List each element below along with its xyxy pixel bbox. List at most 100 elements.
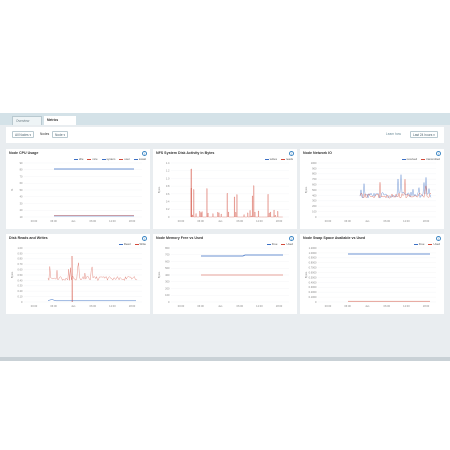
x-tick-label: 18:00 — [276, 219, 283, 223]
info-icon[interactable]: i — [436, 236, 441, 241]
chart-plot: 90 80 70 60 50 40 30 20 10 00:00 06:00 Jan 06:00 12:0… — [10, 161, 142, 223]
panel-title: Disk Reads and Writes — [9, 236, 48, 240]
y-tick-label: 0.50 — [17, 273, 23, 277]
y-tick-label: 1.2000 — [309, 246, 317, 250]
scope-label: Nodes — [40, 132, 50, 136]
y-tick-label: 1.00 — [17, 246, 23, 250]
x-tick-label: 06:00 — [384, 304, 391, 308]
y-tick-label: 60 — [20, 181, 23, 185]
x-tick-label: Jan — [218, 304, 223, 308]
x-tick-label: 06:00 — [50, 304, 57, 308]
bottom-bar — [0, 357, 450, 361]
series-line-writes — [190, 185, 283, 218]
x-tick-label: Jan — [365, 219, 370, 223]
x-tick-label: 18:00 — [423, 219, 430, 223]
x-tick-label: Jan — [71, 304, 76, 308]
y-tick-label: 200 — [312, 204, 317, 208]
x-tick-label: Jan — [218, 219, 223, 223]
panel-swap: Node Swap Space Available vs Used i Free… — [300, 234, 444, 314]
y-tick-label: 90 — [20, 161, 23, 165]
all-nodes-dropdown[interactable]: All Nodes ▾ — [12, 131, 35, 138]
x-tick-label: 18:00 — [423, 304, 430, 308]
y-tick-label: 400 — [312, 193, 317, 197]
panel-memory: Node Memory Free vs Used i Free Used 800 7… — [153, 234, 297, 314]
y-tick-label: 0.40 — [17, 278, 23, 282]
x-tick-label: Jan — [365, 304, 370, 308]
info-icon[interactable]: i — [289, 236, 294, 241]
y-tick-label: 1.0000 — [309, 251, 317, 255]
x-tick-label: 00:00 — [325, 219, 332, 223]
y-tick-label: 300 — [165, 280, 170, 284]
y-tick-label: 0 — [21, 300, 23, 304]
x-tick-label: 00:00 — [178, 304, 185, 308]
y-tick-label: 0.90 — [17, 251, 23, 255]
y-tick-label: 0 — [168, 300, 170, 304]
y-tick-label: 0 — [168, 215, 170, 219]
panel-title: Node Network IO — [303, 151, 332, 155]
y-tick-label: 0.20 — [17, 289, 23, 293]
x-tick-label: Jan — [71, 219, 76, 223]
x-tick-label: 06:00 — [237, 304, 244, 308]
y-tick-label: 600 — [165, 259, 170, 263]
scope-dropdown[interactable]: Node ▾ — [52, 131, 69, 138]
y-tick-label: 1.4 — [166, 161, 170, 165]
y-tick-label: 0.4000 — [309, 280, 317, 284]
x-tick-label: 12:00 — [256, 219, 263, 223]
info-icon[interactable]: i — [142, 151, 147, 156]
info-icon[interactable]: i — [289, 151, 294, 156]
x-tick-label: 06:00 — [237, 219, 244, 223]
y-tick-label: 0.80 — [17, 257, 23, 261]
y-tick-label: 0.30 — [17, 284, 23, 288]
y-tick-label: 0.70 — [17, 262, 23, 266]
x-tick-label: 12:00 — [403, 304, 410, 308]
tab-bar: Overview Metrics — [0, 113, 450, 125]
y-tick-label: 800 — [165, 246, 170, 250]
y-tick-label: 800 — [312, 172, 317, 176]
x-tick-label: 06:00 — [344, 304, 351, 308]
x-tick-label: 00:00 — [31, 304, 38, 308]
chart-plot: 1.20001.00000.90000.80000.70000.60000.50… — [304, 246, 436, 308]
y-tick-label: 300 — [312, 199, 317, 203]
y-tick-label: 10 — [20, 215, 23, 219]
y-tick-label: 20 — [20, 208, 23, 212]
series-spike-writes — [190, 168, 192, 217]
x-tick-label: 12:00 — [109, 304, 116, 308]
y-tick-label: 0.10 — [17, 295, 23, 299]
toolbar: All Nodes ▾ Nodes Node ▾ Learn how Last … — [6, 127, 444, 143]
panel-title: NFS System Disk Activity in Bytes — [156, 151, 215, 155]
panel-title: Node CPU Usage — [9, 151, 39, 155]
x-tick-label: 00:00 — [178, 219, 185, 223]
time-range-dropdown[interactable]: Last 24 hours ▾ — [410, 131, 438, 138]
x-tick-label: 18:00 — [129, 304, 136, 308]
y-tick-label: 30 — [20, 201, 23, 205]
y-tick-label: 50 — [20, 188, 23, 192]
series-line-write — [47, 262, 138, 281]
y-tick-label: 400 — [165, 273, 170, 277]
y-axis-label: Bytes — [157, 186, 161, 193]
y-tick-label: 40 — [20, 195, 23, 199]
y-tick-label: 1.2 — [166, 169, 170, 173]
info-icon[interactable]: i — [436, 151, 441, 156]
y-tick-label: 900 — [312, 166, 317, 170]
tab-metrics[interactable]: Metrics — [44, 116, 76, 125]
series-line-transmitted — [359, 179, 432, 199]
chart-plot: 800 700 600 500 400 300 200 100 0 00:00 06:00 Jan 06… — [157, 246, 289, 308]
series-line-received — [359, 174, 432, 199]
info-icon[interactable]: i — [142, 236, 147, 241]
y-tick-label: 0.8 — [166, 184, 170, 188]
y-tick-label: 0.5000 — [309, 275, 317, 279]
y-tick-label: 70 — [20, 174, 23, 178]
y-tick-label: 0.8000 — [309, 261, 317, 265]
series-line-read — [47, 299, 136, 302]
y-tick-label: 200 — [165, 286, 170, 290]
learn-how-link[interactable]: Learn how — [386, 131, 401, 138]
y-axis-label: % — [10, 188, 14, 191]
y-tick-label: 0.9000 — [309, 256, 317, 260]
x-tick-label: 06:00 — [344, 219, 351, 223]
y-tick-label: 700 — [165, 253, 170, 257]
y-tick-label: 600 — [312, 183, 317, 187]
tab-overview[interactable]: Overview — [12, 116, 42, 125]
y-tick-label: 100 — [312, 210, 317, 214]
x-tick-label: 06:00 — [384, 219, 391, 223]
x-tick-label: 06:00 — [90, 219, 97, 223]
